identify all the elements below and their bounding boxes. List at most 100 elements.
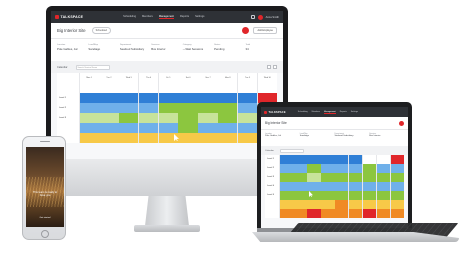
- schedule-cell[interactable]: [307, 182, 321, 191]
- nav-settings[interactable]: Settings: [195, 15, 204, 19]
- column-header[interactable]: Sat 6: [178, 73, 198, 83]
- schedule-cell[interactable]: [119, 113, 139, 123]
- schedule-cell[interactable]: [218, 123, 238, 133]
- schedule-cell[interactable]: [307, 155, 321, 164]
- schedule-cell[interactable]: [99, 113, 119, 123]
- schedule-cell[interactable]: [79, 93, 99, 103]
- schedule-cell[interactable]: [362, 182, 377, 191]
- schedule-cell[interactable]: [279, 155, 293, 164]
- schedule-cell[interactable]: [279, 182, 293, 191]
- schedule-cell[interactable]: [376, 191, 391, 200]
- nav-management[interactable]: Management: [158, 15, 174, 19]
- schedule-cell[interactable]: [348, 191, 363, 200]
- nav-reports[interactable]: Reports: [180, 15, 189, 19]
- schedule-cell[interactable]: [279, 200, 293, 209]
- schedule-cell[interactable]: [335, 200, 349, 209]
- schedule-cell[interactable]: [293, 191, 307, 200]
- schedule-cell[interactable]: [362, 209, 377, 218]
- schedule-cell[interactable]: [198, 93, 218, 103]
- schedule-cell[interactable]: [79, 103, 99, 113]
- schedule-cell[interactable]: [158, 93, 178, 103]
- nav-members[interactable]: Members: [312, 111, 320, 114]
- schedule-cell[interactable]: [335, 182, 349, 191]
- schedule-cell[interactable]: [119, 93, 139, 103]
- schedule-cell[interactable]: [218, 103, 238, 113]
- home-button-icon[interactable]: [41, 230, 49, 238]
- schedule-cell[interactable]: [390, 191, 404, 200]
- schedule-cell[interactable]: [376, 155, 391, 164]
- schedule-cell[interactable]: [218, 83, 238, 93]
- schedule-cell[interactable]: [138, 123, 159, 133]
- schedule-cell[interactable]: [178, 133, 198, 143]
- app-logo[interactable]: TALKSPACE: [264, 110, 286, 114]
- schedule-cell[interactable]: [178, 113, 198, 123]
- schedule-cell[interactable]: [321, 200, 335, 209]
- column-header[interactable]: Tue 9: [237, 73, 258, 83]
- schedule-cell[interactable]: [237, 83, 258, 93]
- schedule-cell[interactable]: [178, 83, 198, 93]
- schedule-cell[interactable]: [321, 164, 335, 173]
- schedule-cell[interactable]: [348, 155, 363, 164]
- schedule-cell[interactable]: [218, 113, 238, 123]
- schedule-cell[interactable]: [390, 200, 404, 209]
- schedule-cell[interactable]: [348, 200, 363, 209]
- schedule-cell[interactable]: [376, 164, 391, 173]
- schedule-cell[interactable]: [279, 191, 293, 200]
- schedule-cell[interactable]: [293, 182, 307, 191]
- schedule-cell[interactable]: [390, 209, 404, 218]
- schedule-cell[interactable]: [138, 93, 159, 103]
- schedule-cell[interactable]: [307, 209, 321, 218]
- schedule-cell[interactable]: [158, 113, 178, 123]
- schedule-cell[interactable]: [198, 133, 218, 143]
- add-icon[interactable]: [399, 120, 404, 126]
- schedule-cell[interactable]: [99, 123, 119, 133]
- schedule-cell[interactable]: [158, 83, 178, 93]
- schedule-cell[interactable]: [99, 93, 119, 103]
- nav-members[interactable]: Members: [142, 15, 153, 19]
- search-input[interactable]: [279, 148, 304, 153]
- schedule-cell[interactable]: [376, 182, 391, 191]
- schedule-cell[interactable]: [138, 83, 159, 93]
- schedule-cell[interactable]: [390, 155, 404, 164]
- schedule-cell[interactable]: [119, 83, 139, 93]
- grid-view-icon[interactable]: [273, 65, 277, 69]
- column-header[interactable]: Mon 1: [79, 73, 99, 83]
- schedule-cell[interactable]: [293, 173, 307, 182]
- schedule-cell[interactable]: [99, 83, 119, 93]
- schedule-cell[interactable]: [119, 133, 139, 143]
- schedule-cell[interactable]: [335, 173, 349, 182]
- schedule-cell[interactable]: [119, 103, 139, 113]
- schedule-cell[interactable]: [138, 133, 159, 143]
- schedule-cell[interactable]: [335, 164, 349, 173]
- schedule-cell[interactable]: [348, 182, 363, 191]
- schedule-cell[interactable]: [218, 133, 238, 143]
- schedule-cell[interactable]: [279, 164, 293, 173]
- schedule-cell[interactable]: [321, 191, 335, 200]
- schedule-cell[interactable]: [79, 113, 99, 123]
- schedule-cell[interactable]: [293, 155, 307, 164]
- schedule-cell[interactable]: [362, 200, 377, 209]
- schedule-cell[interactable]: [79, 133, 99, 143]
- schedule-cell[interactable]: [293, 209, 307, 218]
- schedule-cell[interactable]: [376, 173, 391, 182]
- column-header[interactable]: Mon 8: [218, 73, 238, 83]
- schedule-cell[interactable]: [307, 164, 321, 173]
- column-header[interactable]: Wed 10: [257, 73, 277, 83]
- list-view-icon[interactable]: [267, 65, 271, 69]
- nav-settings[interactable]: Settings: [351, 111, 358, 114]
- nav-reports[interactable]: Reports: [340, 111, 347, 114]
- schedule-cell[interactable]: [79, 83, 99, 93]
- schedule-cell[interactable]: [178, 93, 198, 103]
- nav-management[interactable]: Management: [324, 111, 336, 114]
- add-icon[interactable]: [242, 27, 250, 34]
- schedule-cell[interactable]: [362, 191, 377, 200]
- schedule-cell[interactable]: [198, 103, 218, 113]
- schedule-cell[interactable]: [138, 103, 159, 113]
- column-header[interactable]: Sun 7: [198, 73, 218, 83]
- schedule-cell[interactable]: [198, 113, 218, 123]
- schedule-cell[interactable]: [321, 182, 335, 191]
- schedule-cell[interactable]: [362, 164, 377, 173]
- schedule-cell[interactable]: [178, 103, 198, 113]
- schedule-cell[interactable]: [335, 155, 349, 164]
- get-started-link[interactable]: Get started: [36, 217, 54, 219]
